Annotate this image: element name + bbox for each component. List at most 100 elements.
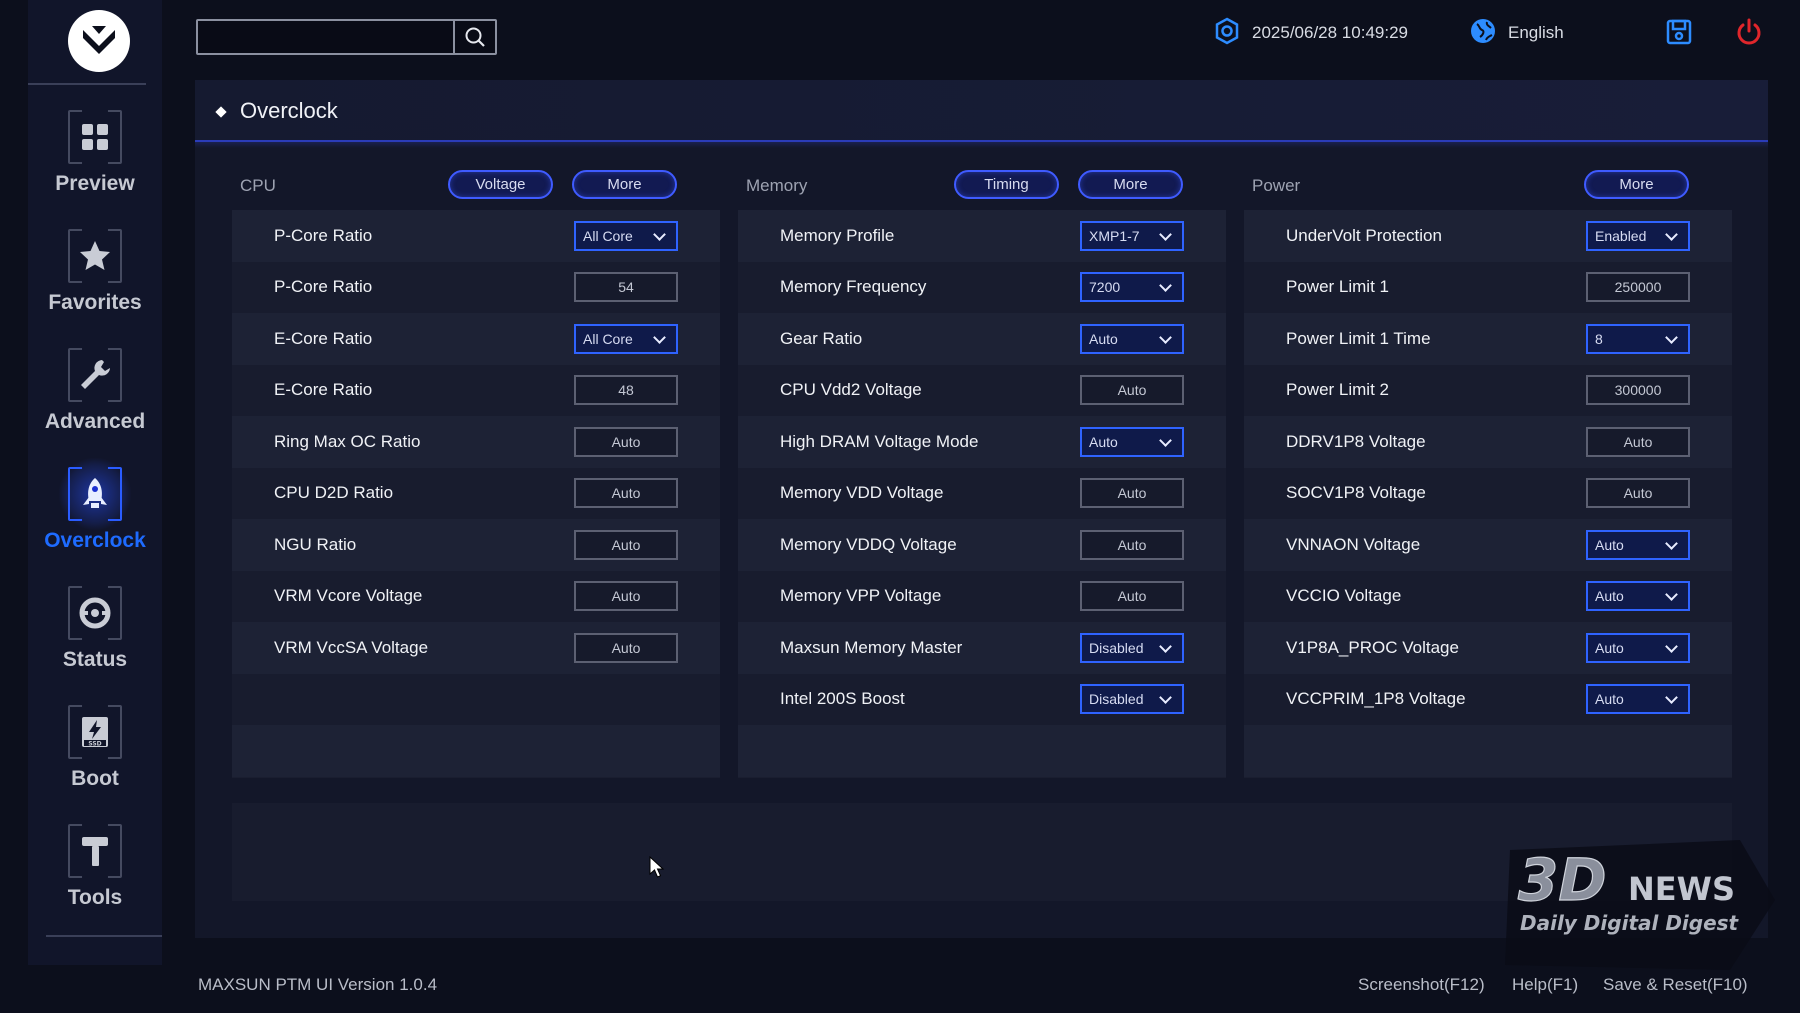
power-icon[interactable] xyxy=(1734,17,1764,47)
setting-dropdown[interactable]: Auto xyxy=(1080,323,1184,354)
setting-dropdown[interactable]: 8 xyxy=(1586,323,1690,354)
setting-label: Memory VDDQ Voltage xyxy=(780,534,957,554)
setting-row: VNNAON Voltage Auto xyxy=(1244,519,1732,571)
setting-value: Disabled xyxy=(1089,639,1144,656)
setting-row: High DRAM Voltage Mode Auto xyxy=(738,416,1226,468)
setting-dropdown[interactable]: All Core xyxy=(574,323,678,354)
setting-value: 7200 xyxy=(1089,279,1121,296)
memory-settings-list: Memory Profile XMP1-7 Memory Frequency 7200… xyxy=(738,210,1226,778)
power-section-title: Power xyxy=(1252,176,1301,195)
setting-label: DDRV1P8 Voltage xyxy=(1286,431,1426,451)
setting-value: Auto xyxy=(1595,588,1624,605)
language-selector[interactable]: English xyxy=(1508,18,1564,48)
setting-value-input[interactable]: Auto xyxy=(574,632,678,663)
setting-value-input[interactable]: Auto xyxy=(1586,478,1690,509)
setting-row xyxy=(738,725,1226,777)
sidebar-item-overclock[interactable]: Overclock xyxy=(28,457,162,567)
content-panel: Overclock CPU Voltage More P-Core Ratio A… xyxy=(195,80,1768,938)
setting-value-input[interactable]: Auto xyxy=(574,478,678,509)
setting-dropdown[interactable]: Disabled xyxy=(1080,684,1184,715)
version-text: MAXSUN PTM UI Version 1.0.4 xyxy=(198,975,438,994)
search-box xyxy=(196,19,497,55)
wrench-icon xyxy=(68,348,122,402)
datetime: 2025/06/28 10:49:29 xyxy=(1252,23,1408,42)
power-more-button[interactable]: More xyxy=(1584,170,1689,199)
setting-value: Auto xyxy=(611,639,641,656)
sidebar-item-favorites[interactable]: Favorites xyxy=(28,229,162,329)
setting-dropdown[interactable]: Auto xyxy=(1586,684,1690,715)
sidebar-item-preview[interactable]: Preview xyxy=(28,110,162,210)
setting-value-input[interactable]: Auto xyxy=(1080,529,1184,560)
sidebar-item-advanced[interactable]: Advanced xyxy=(28,348,162,448)
sidebar-divider-top xyxy=(28,83,146,85)
setting-label: VRM Vcore Voltage xyxy=(274,586,423,606)
setting-row: Memory VDDQ Voltage Auto xyxy=(738,519,1226,571)
setting-row: Memory VDD Voltage Auto xyxy=(738,467,1226,519)
grid-icon xyxy=(68,110,122,164)
setting-dropdown[interactable]: Auto xyxy=(1080,426,1184,457)
help-link[interactable]: Help(F1) xyxy=(1512,975,1578,995)
chevron-down-icon xyxy=(653,330,666,344)
setting-value: Auto xyxy=(611,588,641,605)
setting-row: SOCV1P8 Voltage Auto xyxy=(1244,467,1732,519)
save-reset-link[interactable]: Save & Reset(F10) xyxy=(1603,975,1748,995)
search-button[interactable] xyxy=(453,21,495,53)
setting-dropdown[interactable]: Disabled xyxy=(1080,632,1184,663)
setting-row: Memory Profile XMP1-7 xyxy=(738,210,1226,262)
setting-label: Power Limit 1 Time xyxy=(1286,328,1431,348)
setting-label: VNNAON Voltage xyxy=(1286,534,1421,554)
setting-row: DDRV1P8 Voltage Auto xyxy=(1244,416,1732,468)
setting-value-input[interactable]: 54 xyxy=(574,272,678,303)
setting-value-input[interactable]: Auto xyxy=(1080,375,1184,406)
save-icon[interactable] xyxy=(1665,18,1693,46)
globe-icon[interactable] xyxy=(1468,16,1498,46)
setting-value-input[interactable]: Auto xyxy=(574,529,678,560)
setting-dropdown[interactable]: Enabled xyxy=(1586,220,1690,251)
setting-value-input[interactable]: Auto xyxy=(574,426,678,457)
memory-more-button[interactable]: More xyxy=(1078,170,1183,199)
setting-dropdown[interactable]: Auto xyxy=(1586,581,1690,612)
setting-label: P-Core Ratio xyxy=(274,277,373,297)
setting-value: Auto xyxy=(611,433,641,450)
setting-value-input[interactable]: Auto xyxy=(1080,478,1184,509)
setting-value-input[interactable]: 48 xyxy=(574,375,678,406)
svg-text:Daily Digital Digest: Daily Digital Digest xyxy=(1520,911,1740,935)
setting-value: 250000 xyxy=(1614,279,1662,296)
sidebar-item-label: Favorites xyxy=(48,291,142,314)
setting-row: Maxsun Memory Master Disabled xyxy=(738,622,1226,674)
setting-value-input[interactable]: Auto xyxy=(1586,426,1690,457)
chevron-down-icon xyxy=(1665,588,1678,602)
chevron-down-icon xyxy=(1159,691,1172,705)
setting-dropdown[interactable]: XMP1-7 xyxy=(1080,220,1184,251)
svg-text:NEWS: NEWS xyxy=(1628,870,1735,908)
setting-label: Intel 200S Boost xyxy=(780,689,905,709)
setting-value: Auto xyxy=(1623,433,1653,450)
power-settings-list: UnderVolt Protection Enabled Power Limit 1… xyxy=(1244,210,1732,778)
search-input[interactable] xyxy=(198,21,453,53)
chevron-down-icon xyxy=(1665,227,1678,241)
sidebar-item-label: Boot xyxy=(71,767,119,790)
setting-value-input[interactable]: Auto xyxy=(1080,581,1184,612)
sidebar-item-tools[interactable]: Tools xyxy=(28,824,162,924)
setting-dropdown[interactable]: 7200 xyxy=(1080,272,1184,303)
svg-text:SSD: SSD xyxy=(88,741,101,748)
setting-value-input[interactable]: 300000 xyxy=(1586,375,1690,406)
setting-value: 54 xyxy=(618,279,634,296)
screenshot-link[interactable]: Screenshot(F12) xyxy=(1358,975,1485,995)
setting-dropdown[interactable]: All Core xyxy=(574,220,678,251)
setting-label: Power Limit 2 xyxy=(1286,380,1389,400)
setting-value-input[interactable]: Auto xyxy=(574,581,678,612)
setting-value: 48 xyxy=(618,382,634,399)
cpu-settings-list: P-Core Ratio All Core P-Core Ratio 54 E-Core… xyxy=(232,210,720,778)
setting-value-input[interactable]: 250000 xyxy=(1586,272,1690,303)
timing-button[interactable]: Timing xyxy=(954,170,1059,199)
sidebar-item-status[interactable]: Status xyxy=(28,586,162,686)
star-icon xyxy=(68,229,122,283)
setting-dropdown[interactable]: Auto xyxy=(1586,632,1690,663)
setting-dropdown[interactable]: Auto xyxy=(1586,529,1690,560)
clock-settings-icon xyxy=(1215,17,1239,45)
setting-value: 300000 xyxy=(1614,382,1662,399)
sidebar-item-boot[interactable]: SSD Boot xyxy=(28,705,162,805)
voltage-button[interactable]: Voltage xyxy=(448,170,553,199)
cpu-more-button[interactable]: More xyxy=(572,170,677,199)
